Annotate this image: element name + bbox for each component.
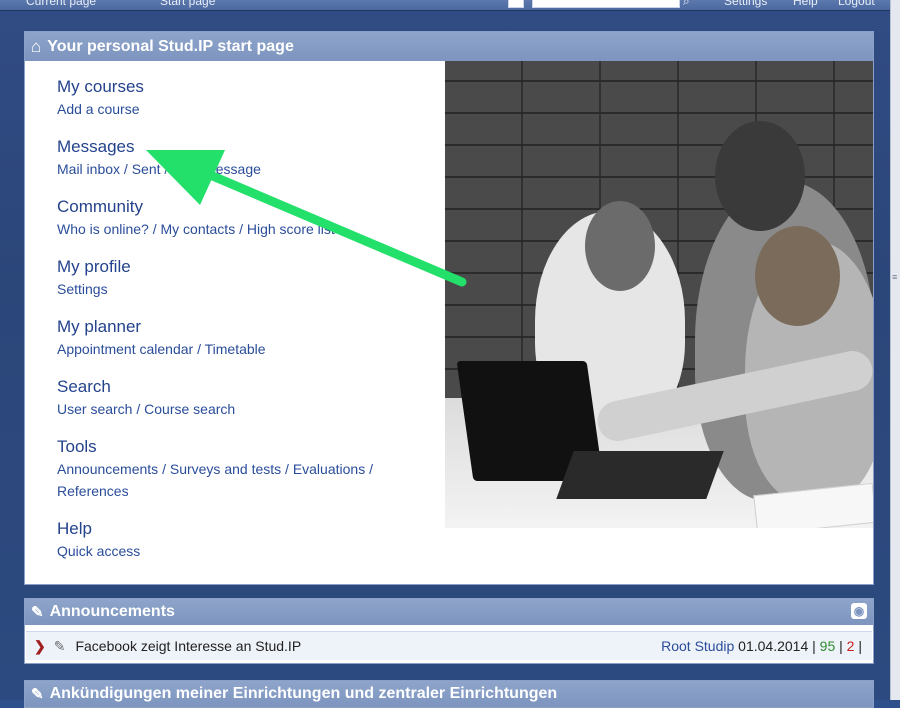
breadcrumb-current-page[interactable]: Current page [26,0,96,8]
institute-announcements-title: Ankündigungen meiner Einrichtungen und z… [49,685,558,702]
menu-title-messages[interactable]: Messages [57,136,447,158]
menu-subs-my-courses: Add a course [57,98,447,120]
students-photo [445,61,873,528]
link-add-course[interactable]: Add a course [57,101,140,117]
breadcrumb-start-page[interactable]: Start page [160,0,215,8]
views-count: 95 [819,638,836,654]
search-checkbox[interactable] [508,0,524,8]
menu-subs-tools: Announcements / Surveys and tests / Eval… [57,461,373,499]
menu-my-courses: My courses Add a course [57,76,447,120]
link-announcements[interactable]: Announcements [57,461,158,477]
menu-subs-my-planner: Appointment calendar / Timetable [57,341,266,357]
home-icon: ⌂ [31,36,42,56]
menu-search: Search User search / Course search [57,376,447,420]
menu-title-my-courses[interactable]: My courses [57,76,447,98]
scroll-grip-icon: ≡ [892,272,898,282]
link-references[interactable]: References [57,483,129,499]
link-evaluations[interactable]: Evaluations [293,461,365,477]
link-appointment-calendar[interactable]: Appointment calendar [57,341,193,357]
announcement-author[interactable]: Root Studip [661,638,734,654]
menu-title-my-profile[interactable]: My profile [57,256,447,278]
menu-tools: Tools Announcements / Surveys and tests … [57,436,447,502]
search-input[interactable] [532,0,680,8]
laptop-keyboard [556,451,724,499]
student-head [755,226,840,326]
announcement-icon: ✎ [31,604,44,621]
menu-subs-search: User search / Course search [57,401,236,417]
menu-title-help[interactable]: Help [57,518,447,540]
announcement-row[interactable]: ❯ ✎ Facebook zeigt Interesse an Stud.IP … [26,631,872,660]
link-sent[interactable]: Sent [132,161,161,177]
link-high-score-list[interactable]: High score list [247,221,335,237]
announcement-date: 01.04.2014 [738,638,809,654]
student-head [585,201,655,291]
start-page-panel: ⌂ Your personal Stud.IP start page My co… [24,31,874,585]
link-quick-access[interactable]: Quick access [57,543,140,559]
link-new-message[interactable]: New message [172,161,261,177]
start-menu: My courses Add a course Messages Mail in… [57,76,447,578]
menu-subs-community: Who is online? / My contacts / High scor… [57,221,335,237]
settings-link[interactable]: Settings [724,0,767,8]
link-timetable[interactable]: Timetable [205,341,266,357]
logout-link[interactable]: Logout [838,0,875,8]
announcements-panel: ✎ Announcements ◉ ❯ ✎ Facebook zeigt Int… [24,598,874,664]
announcements-header: ✎ Announcements ◉ [25,599,873,625]
menu-subs-help: Quick access [57,540,447,562]
link-my-contacts[interactable]: My contacts [161,221,236,237]
menu-community: Community Who is online? / My contacts /… [57,196,447,240]
panel-header: ⌂ Your personal Stud.IP start page [25,32,873,61]
institute-announcements-header: ✎ Ankündigungen meiner Einrichtungen und… [24,680,874,708]
menu-title-community[interactable]: Community [57,196,447,218]
link-mail-inbox[interactable]: Mail inbox [57,161,120,177]
search-icon[interactable]: ⌕ [683,0,690,9]
menu-title-tools[interactable]: Tools [57,436,447,458]
menu-my-profile: My profile Settings [57,256,447,300]
link-user-search[interactable]: User search [57,401,132,417]
link-surveys-and-tests[interactable]: Surveys and tests [170,461,281,477]
announcement-icon: ✎ [31,686,44,703]
menu-title-my-planner[interactable]: My planner [57,316,447,338]
menu-subs-messages: Mail inbox / Sent / New message [57,161,261,177]
announcement-title[interactable]: Facebook zeigt Interesse an Stud.IP [75,638,301,654]
menu-subs-my-profile: Settings [57,278,447,300]
rss-icon[interactable]: ◉ [851,603,867,619]
announcements-title: Announcements [49,603,175,620]
top-navigation: Current page Start page ⌕ Settings Help … [0,0,900,11]
help-link[interactable]: Help [793,0,818,8]
chevron-right-icon[interactable]: ❯ [34,638,46,655]
menu-messages: Messages Mail inbox / Sent / New message [57,136,447,180]
panel-title: Your personal Stud.IP start page [47,37,294,55]
menu-my-planner: My planner Appointment calendar / Timeta… [57,316,447,360]
menu-title-search[interactable]: Search [57,376,447,398]
announcement-icon: ✎ [53,637,66,654]
window-scrollbar[interactable]: ≡ [890,0,900,700]
student-head [715,121,805,231]
link-profile-settings[interactable]: Settings [57,281,108,297]
menu-help: Help Quick access [57,518,447,562]
announcement-meta: Root Studip 01.04.2014 | 95 | 2 | [661,638,862,654]
link-course-search[interactable]: Course search [144,401,235,417]
link-who-is-online[interactable]: Who is online? [57,221,149,237]
